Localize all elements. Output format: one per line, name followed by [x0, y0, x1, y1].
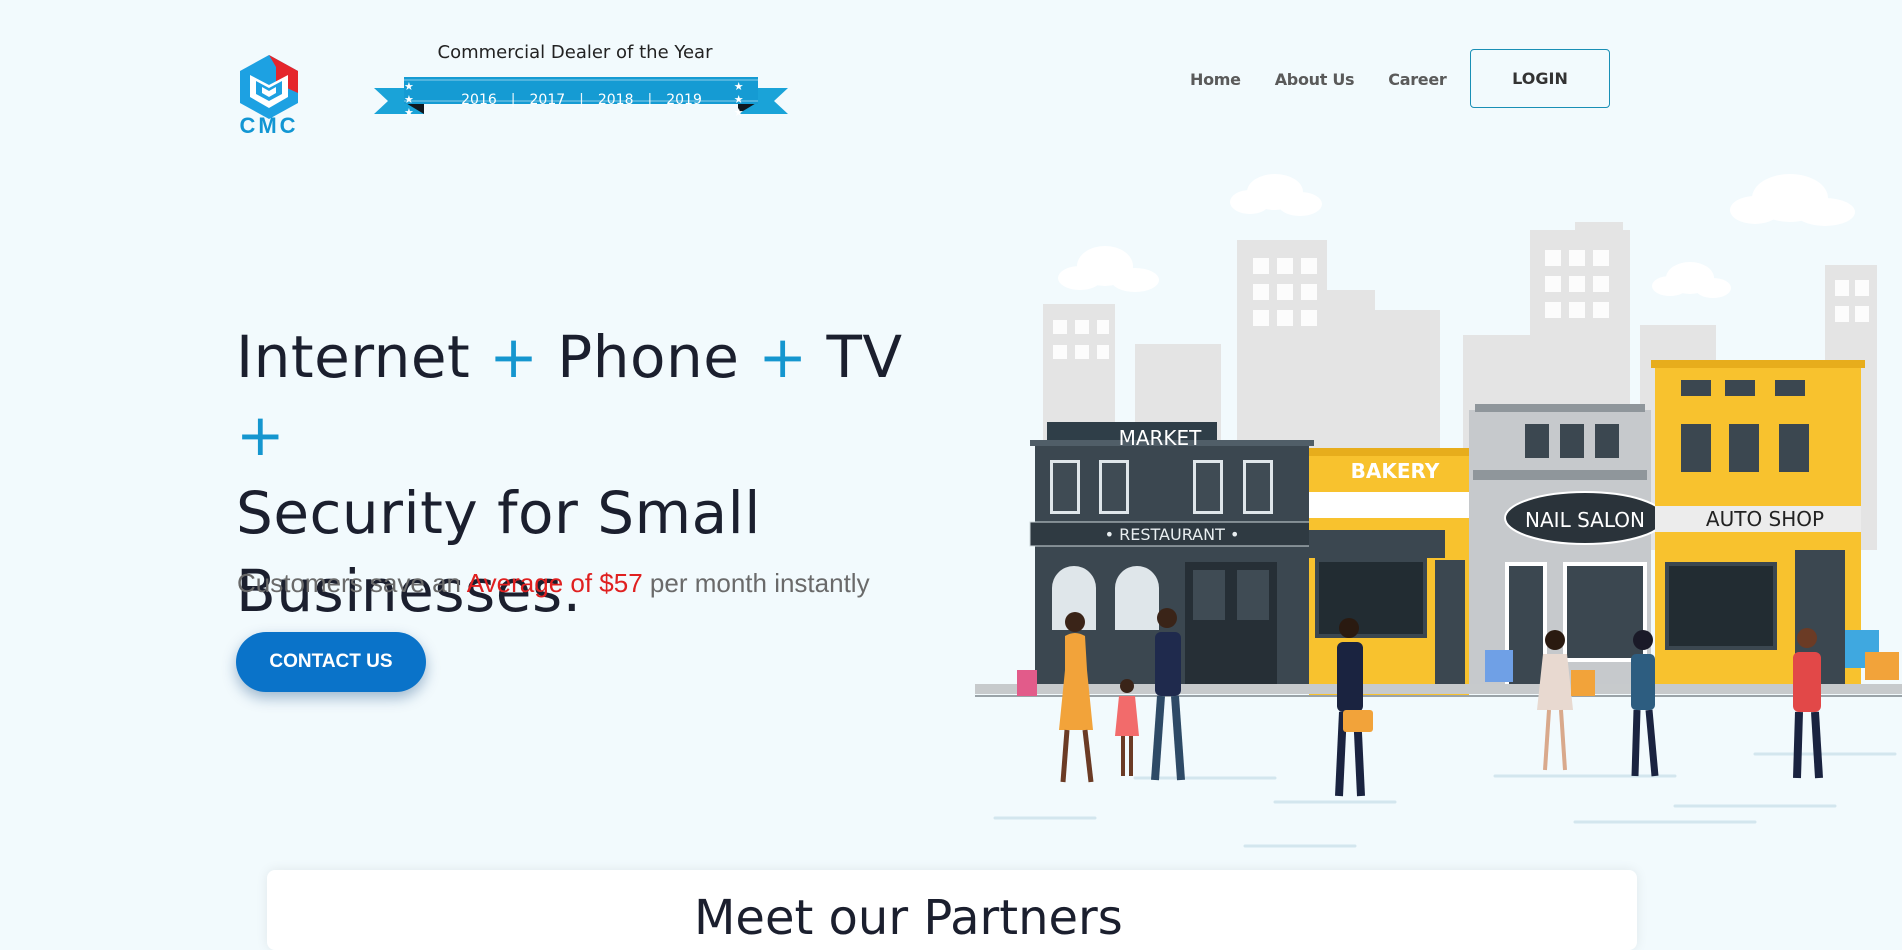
award-year: 2019 [666, 91, 702, 108]
cloud-icon [1058, 174, 1855, 298]
plus-sign: + [489, 323, 539, 391]
subline-savings: Average of $57 [466, 568, 643, 598]
hero-subline: Customers save an Average of $57 per mon… [237, 568, 870, 599]
subline-prefix: Customers save an [237, 568, 461, 598]
market-sign: MARKET [1119, 426, 1203, 450]
nav-home[interactable]: Home [1190, 70, 1241, 89]
restaurant-sign: • RESTAURANT • [1105, 525, 1240, 544]
award-title: Commercial Dealer of the Year [437, 42, 713, 63]
contact-us-button[interactable]: CONTACT US [236, 632, 426, 692]
award-year: 2016 [461, 91, 497, 108]
auto-shop-sign: AUTO SHOP [1706, 507, 1824, 531]
main-nav: Home About Us Career [1190, 70, 1447, 89]
partners-heading: Meet our Partners [694, 890, 1123, 946]
logo-text: CMC [239, 113, 299, 138]
person-figure [1151, 608, 1185, 781]
nail-salon-sign: NAIL SALON [1525, 508, 1645, 532]
headline-word: Internet [236, 323, 471, 391]
headline-word: TV [826, 323, 903, 391]
subline-suffix: per month instantly [649, 568, 870, 598]
plus-sign: + [236, 401, 286, 469]
award-years: ★ ★ ★ 2016 | 2017 | 2018 | 2019 ★ ★ ★ [404, 80, 759, 119]
plus-sign: + [758, 323, 808, 391]
award-year: 2017 [529, 91, 566, 108]
bakery-building [1309, 448, 1469, 696]
award-year: 2018 [597, 91, 634, 108]
bakery-sign: BAKERY [1351, 459, 1440, 483]
stars-right: ★ ★ ★ [733, 80, 747, 119]
nav-career[interactable]: Career [1388, 70, 1447, 89]
nav-about-us[interactable]: About Us [1275, 70, 1355, 89]
stars-left: ★ ★ ★ [404, 80, 417, 119]
partners-card: Meet our Partners [267, 870, 1637, 950]
storefront-illustration: MARKET • RESTAURANT • BAKERY NAIL SALON … [975, 174, 1902, 848]
login-button[interactable]: LOGIN [1470, 49, 1610, 108]
headline-word: Security for Small [236, 479, 761, 547]
headline-word: Phone [557, 323, 740, 391]
